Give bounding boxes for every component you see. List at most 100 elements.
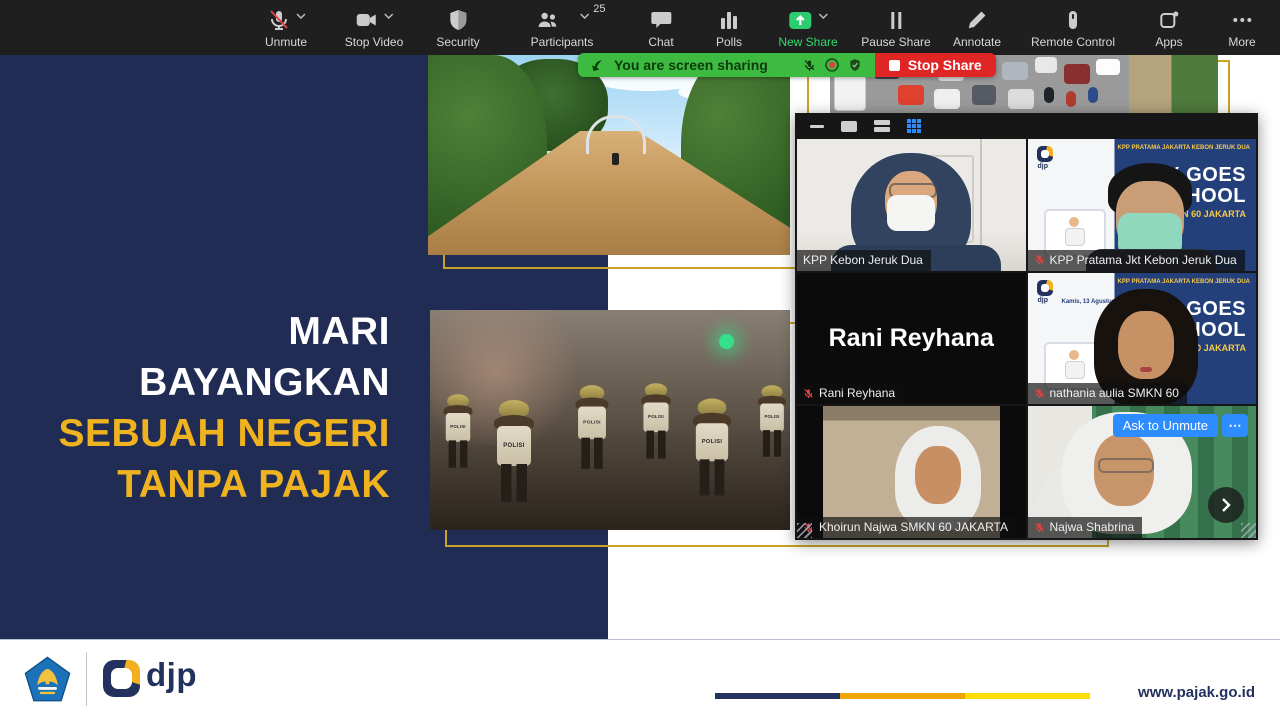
- chevron-right-icon: [1220, 497, 1232, 513]
- remote-control-button[interactable]: Remote Control: [1031, 7, 1115, 48]
- panel-header: [795, 113, 1258, 139]
- video-tile-kpp-pratama[interactable]: djp KPP PRATAMA JAKARTA KEBON JERUK DUA …: [1028, 139, 1257, 271]
- new-share-button[interactable]: New Share: [778, 7, 837, 48]
- person-face-mask: [887, 195, 935, 231]
- djp-logo-icon: [1037, 146, 1053, 162]
- stop-icon: [889, 60, 900, 71]
- virtual-bg-header-text: KPP PRATAMA JAKARTA KEBON JERUK DUA: [1118, 279, 1250, 285]
- police-officer-figure: POLISI: [641, 383, 671, 458]
- zoom-toolbar: Unmute Stop Video Security: [0, 0, 1280, 55]
- share-screen-icon: [788, 8, 814, 32]
- mic-muted-icon: [1034, 254, 1045, 265]
- headline-line: MARI: [40, 306, 390, 357]
- car: [972, 85, 996, 105]
- traffic-light-green: [719, 334, 734, 349]
- police-officer-figure: POLISI: [444, 394, 473, 467]
- chevron-down-icon[interactable]: [819, 13, 829, 19]
- pause-share-button[interactable]: Pause Share: [861, 7, 930, 48]
- video-tile-khoirun-najwa[interactable]: Khoirun Najwa SMKN 60 JAKARTA: [797, 406, 1026, 538]
- participants-count: 25: [593, 3, 605, 15]
- pause-icon: [884, 8, 908, 32]
- pencil-icon: [965, 8, 989, 32]
- chevron-down-icon[interactable]: [296, 13, 306, 19]
- participant-name-label: nathania aulia SMKN 60: [1028, 383, 1187, 404]
- slide-headline: MARI BAYANGKAN SEBUAH NEGERI TANPA PAJAK: [40, 306, 390, 510]
- sharing-status-text: You are screen sharing: [614, 57, 768, 73]
- participants-icon: [534, 8, 560, 32]
- participant-name-label: Najwa Shabrina: [1028, 517, 1143, 538]
- annotate-button[interactable]: Annotate: [953, 7, 1001, 48]
- mic-muted-icon: [803, 388, 814, 399]
- participant-name-label: KPP Pratama Jkt Kebon Jeruk Dua: [1028, 250, 1245, 271]
- person-face: [915, 446, 961, 504]
- chat-button[interactable]: Chat: [648, 7, 673, 48]
- tile-more-options-button[interactable]: ⋯: [1222, 414, 1248, 437]
- polls-button[interactable]: Polls: [716, 7, 742, 48]
- unmute-button[interactable]: Unmute: [265, 7, 307, 48]
- speaker-view-icon[interactable]: [841, 121, 857, 132]
- motorcyclist: [612, 153, 619, 165]
- stop-share-button[interactable]: Stop Share: [875, 53, 996, 77]
- participant-name-label: Khoirun Najwa SMKN 60 JAKARTA: [797, 517, 1016, 538]
- apps-button[interactable]: Apps: [1155, 7, 1182, 48]
- riot-police-photo: POLISI POLISI POLISI POLISI POLISI POLIS…: [430, 310, 790, 530]
- mouse-icon: [1061, 8, 1085, 32]
- police-officer-figure: POLISI: [494, 400, 534, 502]
- police-officer-figure: POLISI: [693, 399, 731, 496]
- resize-handle[interactable]: [797, 523, 812, 538]
- video-tile-rani-reyhana[interactable]: Rani Reyhana Rani Reyhana: [797, 273, 1026, 405]
- slide-footer: djp www.pajak.go.id: [0, 639, 1280, 720]
- video-tile-kpp-kebon-jeruk-dua[interactable]: KPP Kebon Jeruk Dua: [797, 139, 1026, 271]
- chevron-down-icon[interactable]: [384, 13, 394, 19]
- car: [1035, 57, 1057, 73]
- shield-icon: [446, 8, 470, 32]
- djp-logo-icon: [103, 660, 140, 697]
- chevron-down-icon[interactable]: [579, 13, 589, 19]
- divider: [86, 652, 87, 706]
- security-button[interactable]: Security: [436, 7, 479, 48]
- next-page-arrow-button[interactable]: [1208, 487, 1244, 523]
- chat-bubble-icon: [649, 8, 673, 32]
- zoom-meeting-screen: POLISI POLISI POLISI POLISI POLISI POLIS…: [0, 0, 1280, 720]
- gallery-strip-icon[interactable]: [874, 120, 890, 132]
- car: [898, 85, 924, 105]
- ask-to-unmute-button[interactable]: Ask to Unmute: [1113, 414, 1218, 437]
- kemenkeu-logo: [24, 656, 71, 703]
- person-lips: [1140, 367, 1152, 372]
- video-tiles-grid: KPP Kebon Jeruk Dua djp KPP PRATAMA JAKA…: [797, 139, 1256, 538]
- camera-icon: [355, 8, 379, 32]
- djp-logo-icon: [1037, 280, 1053, 296]
- motorbike: [1088, 87, 1098, 103]
- website-url: www.pajak.go.id: [1138, 684, 1255, 701]
- minimize-window-icon[interactable]: [810, 125, 824, 128]
- djp-logo-text: djp: [146, 656, 197, 694]
- participant-name-label: KPP Kebon Jeruk Dua: [797, 250, 931, 271]
- virtual-bg-header-text: KPP PRATAMA JAKARTA KEBON JERUK DUA: [1118, 145, 1250, 151]
- person-glasses: [1098, 458, 1154, 473]
- more-button[interactable]: More: [1228, 7, 1255, 48]
- grid-view-icon[interactable]: [907, 119, 921, 133]
- share-arrow-icon: [591, 58, 605, 72]
- video-tile-nathania-aulia[interactable]: djp KPP PRATAMA JAKARTA KEBON JERUK DUA …: [1028, 273, 1257, 405]
- participants-video-panel: KPP Kebon Jeruk Dua djp KPP PRATAMA JAKA…: [795, 113, 1258, 540]
- headline-line: BAYANGKAN: [40, 357, 390, 408]
- motorbike: [1044, 87, 1054, 103]
- car: [1008, 89, 1034, 109]
- apps-icon: [1157, 8, 1181, 32]
- sharing-status: You are screen sharing: [578, 53, 875, 77]
- police-officer-figure: POLISI: [576, 385, 609, 469]
- dirt-road-photo: [428, 55, 790, 255]
- car: [1096, 59, 1120, 75]
- car: [1002, 62, 1028, 80]
- police-officer-figure: POLISI: [758, 385, 786, 456]
- tricolor-bar: [715, 693, 1090, 699]
- stop-video-button[interactable]: Stop Video: [345, 7, 404, 48]
- car: [1064, 64, 1090, 84]
- mic-muted-icon: [1034, 388, 1045, 399]
- mic-muted-icon: [267, 8, 291, 32]
- headline-line: SEBUAH NEGERI: [40, 408, 390, 459]
- participants-button[interactable]: 25 Participants: [531, 7, 594, 48]
- headline-line: TANPA PAJAK: [40, 459, 390, 510]
- resize-handle[interactable]: [1241, 523, 1256, 538]
- motorbike: [1066, 91, 1076, 107]
